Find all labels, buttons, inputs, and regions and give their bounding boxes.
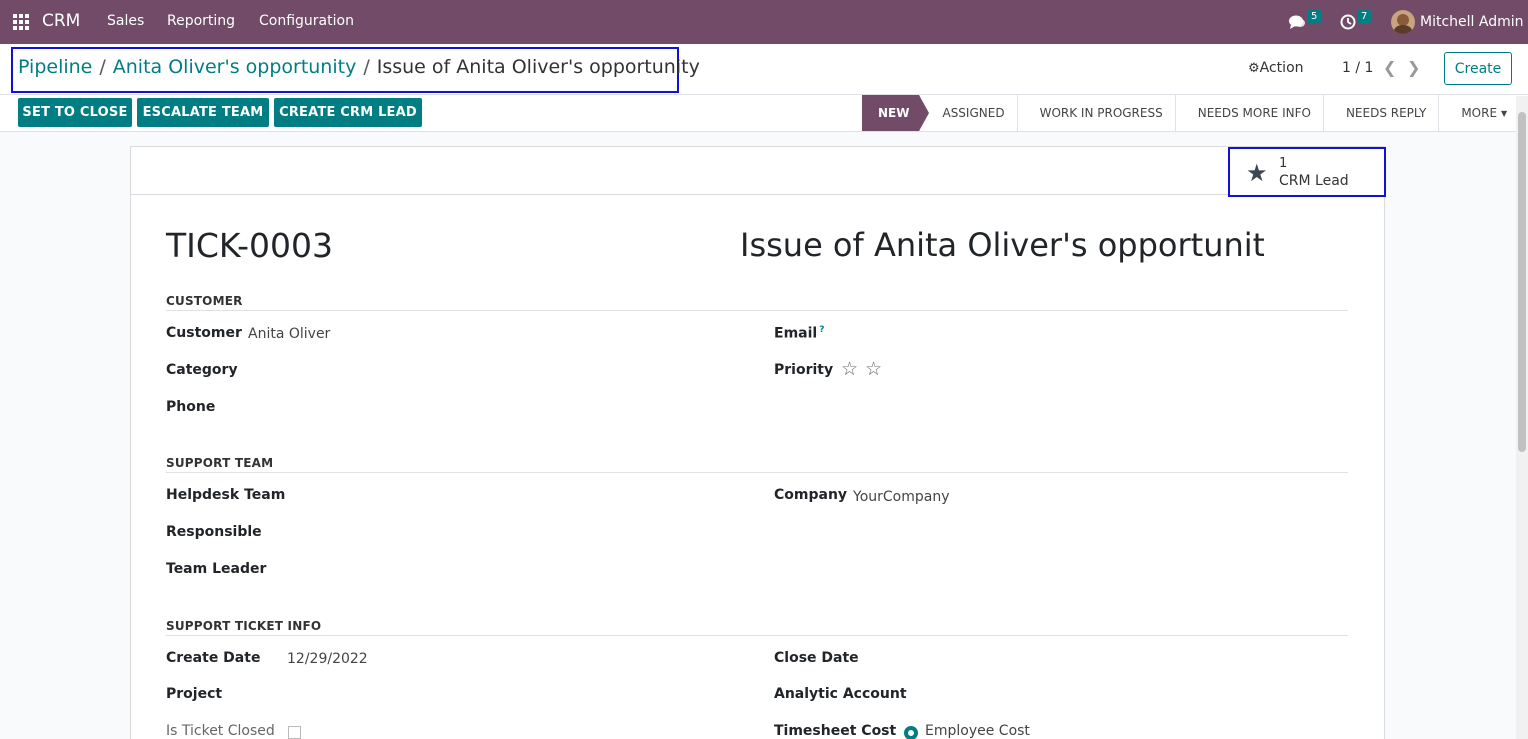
close-date-label: Close Date bbox=[774, 650, 859, 666]
smart-button-count: 1 bbox=[1279, 156, 1288, 171]
timesheet-cost-label: Timesheet Cost bbox=[774, 723, 897, 739]
stage-new[interactable]: NEW bbox=[862, 95, 931, 131]
category-label: Category bbox=[166, 362, 238, 378]
escalate-team-button[interactable]: ESCALATE TEAM bbox=[137, 98, 269, 127]
smart-button-box bbox=[131, 147, 1384, 195]
app-brand[interactable]: CRM bbox=[42, 11, 80, 31]
breadcrumb-pipeline[interactable]: Pipeline bbox=[18, 56, 92, 78]
ticket-name-field[interactable]: Issue of Anita Oliver's opportunity bbox=[740, 226, 1264, 264]
project-label: Project bbox=[166, 686, 223, 702]
pager-next-icon[interactable]: ❯ bbox=[1407, 58, 1420, 77]
form-statusbar: SET TO CLOSE ESCALATE TEAM CREATE CRM LE… bbox=[0, 95, 1528, 132]
email-label: Email? bbox=[774, 325, 824, 342]
avatar bbox=[1391, 10, 1415, 34]
create-button[interactable]: Create bbox=[1444, 52, 1512, 85]
create-date-field[interactable]: 12/29/2022 bbox=[287, 651, 368, 667]
analytic-account-label: Analytic Account bbox=[774, 686, 907, 702]
messages-button[interactable]: 5 bbox=[1288, 0, 1322, 44]
breadcrumb-separator: / bbox=[99, 56, 106, 78]
stage-more-label: MORE bbox=[1461, 106, 1498, 120]
stage-pipeline: NEW ASSIGNED WORK IN PROGRESS NEEDS MORE… bbox=[862, 95, 1519, 131]
top-navbar: CRM Sales Reporting Configuration 5 7 Mi… bbox=[0, 0, 1528, 44]
user-menu[interactable]: Mitchell Admin bbox=[1391, 0, 1524, 44]
stage-needs-more-info[interactable]: NEEDS MORE INFO bbox=[1174, 95, 1323, 131]
helpdesk-team-label: Helpdesk Team bbox=[166, 487, 286, 503]
caret-down-icon: ▼ bbox=[1501, 108, 1508, 118]
team-leader-label: Team Leader bbox=[166, 561, 267, 577]
section-divider bbox=[166, 635, 1348, 636]
scrollbar-thumb[interactable] bbox=[1518, 112, 1526, 452]
pager-previous-icon[interactable]: ❮ bbox=[1383, 58, 1396, 77]
action-menu-button[interactable]: ⚙Action bbox=[1248, 60, 1304, 76]
stage-needs-reply[interactable]: NEEDS REPLY bbox=[1322, 95, 1438, 131]
responsible-label: Responsible bbox=[166, 524, 262, 540]
smart-button-label: CRM Lead bbox=[1279, 173, 1349, 189]
menu-sales[interactable]: Sales bbox=[107, 13, 144, 29]
activities-badge: 7 bbox=[1357, 9, 1372, 23]
form-sheet: ★ 1 CRM Lead TICK-0003 Issue of Anita Ol… bbox=[130, 146, 1386, 739]
apps-menu-icon[interactable] bbox=[13, 14, 29, 30]
messages-badge: 5 bbox=[1307, 9, 1322, 23]
stage-more-dropdown[interactable]: MORE ▼ bbox=[1438, 95, 1519, 131]
activities-button[interactable]: 7 bbox=[1340, 0, 1372, 44]
chat-icon bbox=[1289, 15, 1305, 29]
section-title-customer: CUSTOMER bbox=[166, 294, 243, 308]
timesheet-cost-radio[interactable] bbox=[904, 726, 918, 739]
ticket-reference: TICK-0003 bbox=[166, 226, 333, 265]
set-to-close-button[interactable]: SET TO CLOSE bbox=[18, 98, 132, 127]
breadcrumb-separator: / bbox=[363, 56, 370, 78]
action-label: Action bbox=[1259, 60, 1304, 76]
is-ticket-closed-label: Is Ticket Closed bbox=[166, 723, 275, 739]
gear-icon: ⚙ bbox=[1248, 61, 1260, 76]
priority-star-1-icon[interactable]: ☆ bbox=[841, 358, 858, 380]
pager-value[interactable]: 1 / 1 bbox=[1342, 60, 1373, 76]
customer-field[interactable]: Anita Oliver bbox=[248, 326, 330, 342]
create-crm-lead-button[interactable]: CREATE CRM LEAD bbox=[274, 98, 422, 127]
is-ticket-closed-checkbox[interactable] bbox=[288, 726, 301, 739]
create-date-label: Create Date bbox=[166, 650, 261, 666]
stage-assigned[interactable]: ASSIGNED bbox=[919, 95, 1016, 131]
breadcrumb: Pipeline / Anita Oliver's opportunity / Issu… bbox=[18, 56, 700, 78]
clock-icon bbox=[1340, 14, 1356, 30]
section-title-ticket-info: SUPPORT TICKET INFO bbox=[166, 619, 322, 633]
help-tooltip-icon[interactable]: ? bbox=[819, 325, 824, 335]
section-title-support-team: SUPPORT TEAM bbox=[166, 456, 274, 470]
control-panel: Pipeline / Anita Oliver's opportunity / Issu… bbox=[0, 44, 1528, 95]
timesheet-cost-option[interactable]: Employee Cost bbox=[925, 723, 1030, 739]
crm-lead-smart-button[interactable]: ★ 1 CRM Lead bbox=[1228, 147, 1386, 197]
menu-reporting[interactable]: Reporting bbox=[167, 13, 235, 29]
page-scrollbar[interactable] bbox=[1516, 96, 1528, 739]
breadcrumb-opportunity[interactable]: Anita Oliver's opportunity bbox=[113, 56, 357, 78]
breadcrumb-current: Issue of Anita Oliver's opportunity bbox=[376, 56, 700, 78]
phone-label: Phone bbox=[166, 399, 216, 415]
section-divider bbox=[166, 310, 1348, 311]
company-label: Company bbox=[774, 487, 848, 503]
email-label-text: Email bbox=[774, 325, 818, 342]
menu-configuration[interactable]: Configuration bbox=[259, 13, 354, 29]
priority-label: Priority bbox=[774, 362, 834, 378]
user-name: Mitchell Admin bbox=[1420, 14, 1524, 30]
priority-star-2-icon[interactable]: ☆ bbox=[865, 358, 882, 380]
customer-label: Customer bbox=[166, 325, 242, 341]
section-divider bbox=[166, 472, 1348, 473]
company-field[interactable]: YourCompany bbox=[853, 489, 950, 505]
star-icon: ★ bbox=[1246, 159, 1268, 187]
stage-work-in-progress[interactable]: WORK IN PROGRESS bbox=[1016, 95, 1175, 131]
